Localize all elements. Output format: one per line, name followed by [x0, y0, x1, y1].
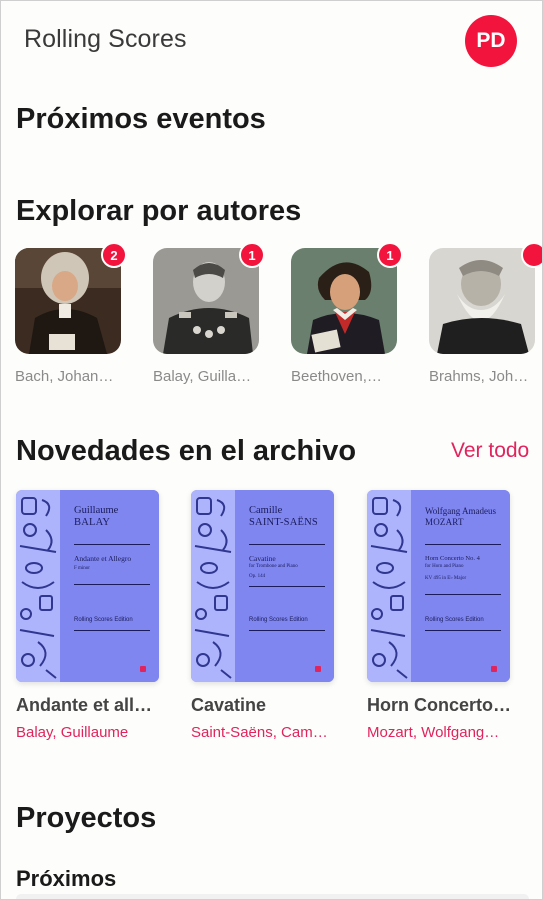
cover-pattern — [367, 490, 411, 682]
app-screen: Rolling Scores PD Próximos eventos Explo… — [0, 0, 543, 900]
see-all-link[interactable]: Ver todo — [451, 439, 529, 463]
cover-edition: Rolling Scores Edition — [425, 617, 484, 623]
score-title: Horn Concerto… — [367, 695, 511, 715]
upcoming-events-heading: Próximos eventos — [16, 103, 266, 135]
user-avatar[interactable]: PD — [465, 15, 517, 67]
publisher-logo-icon — [140, 666, 146, 672]
publisher-logo-icon — [315, 666, 321, 672]
cover-composer-first: Guillaume — [74, 505, 119, 516]
archive-heading: Novedades en el archivo — [16, 435, 357, 467]
new-count-badge: 1 — [239, 242, 265, 268]
author-card-brahms[interactable]: ​ Brahms, Joh… — [429, 242, 542, 385]
cover-piece-detail: for Horn and Piano — [425, 564, 464, 569]
cover-piece-detail: F minor — [74, 566, 90, 571]
project-card[interactable] — [16, 894, 529, 899]
cover-divider — [249, 544, 325, 545]
cover-pattern — [16, 490, 60, 682]
cover-divider — [249, 630, 325, 631]
author-card-balay[interactable]: 1 Balay, Guilla… — [153, 242, 265, 385]
score-cover: Guillaume BALAY Andante et Allegro F min… — [16, 490, 159, 682]
cover-divider — [425, 544, 501, 545]
score-card[interactable]: Guillaume BALAY Andante et Allegro F min… — [16, 490, 166, 741]
cover-divider — [74, 584, 150, 585]
cover-composer-last: MOZART — [425, 517, 464, 527]
authors-heading: Explorar por autores — [16, 195, 302, 227]
cover-edition: Rolling Scores Edition — [249, 617, 308, 623]
cover-divider — [425, 630, 501, 631]
cover-panel: Camille SAINT-SAËNS Cavatine for Trombon… — [235, 490, 334, 682]
cover-piece-title: Horn Concerto No. 4 — [425, 555, 480, 562]
upcoming-projects-heading: Próximos — [16, 866, 117, 891]
new-count-badge: 1 — [377, 242, 403, 268]
author-name: Bach, Johan… — [15, 368, 114, 385]
score-title: Cavatine — [191, 695, 267, 715]
score-card[interactable]: Wolfgang Amadeus MOZART Horn Concerto No… — [367, 490, 517, 741]
author-photo — [429, 248, 535, 354]
cover-composer-last: BALAY — [74, 517, 111, 528]
score-cover: Camille SAINT-SAËNS Cavatine for Trombon… — [191, 490, 334, 682]
projects-heading: Proyectos — [16, 802, 157, 834]
app-title: Rolling Scores — [24, 25, 187, 53]
cover-panel: Guillaume BALAY Andante et Allegro F min… — [60, 490, 159, 682]
cover-composer-last: SAINT-SAËNS — [249, 517, 318, 528]
cover-divider — [425, 594, 501, 595]
score-cover: Wolfgang Amadeus MOZART Horn Concerto No… — [367, 490, 510, 682]
author-name: Balay, Guilla… — [153, 368, 252, 385]
score-composer[interactable]: Balay, Guillaume — [16, 724, 161, 741]
score-composer[interactable]: Mozart, Wolfgang… — [367, 724, 512, 741]
score-title: Andante et all… — [16, 695, 153, 715]
author-card-bach[interactable]: 2 Bach, Johan… — [15, 242, 127, 385]
score-composer[interactable]: Saint-Saëns, Cam… — [191, 724, 336, 741]
author-card-beethoven[interactable]: 1 Beethoven,… — [291, 242, 403, 385]
cover-piece-detail-2: KV 495 in E♭ Major — [425, 576, 467, 581]
cover-edition: Rolling Scores Edition — [74, 617, 133, 623]
cover-divider — [74, 544, 150, 545]
cover-piece-title: Cavatine — [249, 554, 276, 563]
new-count-badge: 2 — [101, 242, 127, 268]
cover-divider — [74, 630, 150, 631]
new-count-badge: ​ — [521, 242, 542, 268]
score-card[interactable]: Camille SAINT-SAËNS Cavatine for Trombon… — [191, 490, 341, 741]
cover-divider — [249, 586, 325, 587]
cover-piece-title: Andante et Allegro — [74, 554, 132, 563]
cover-composer-first: Camille — [249, 505, 283, 516]
cover-pattern — [191, 490, 235, 682]
cover-panel: Wolfgang Amadeus MOZART Horn Concerto No… — [411, 490, 510, 682]
cover-piece-detail-2: Op. 144 — [249, 574, 266, 579]
publisher-logo-icon — [491, 666, 497, 672]
author-name: Brahms, Joh… — [429, 368, 529, 385]
cover-piece-detail: for Trombone and Piano — [249, 564, 298, 569]
author-name: Beethoven,… — [291, 368, 382, 385]
